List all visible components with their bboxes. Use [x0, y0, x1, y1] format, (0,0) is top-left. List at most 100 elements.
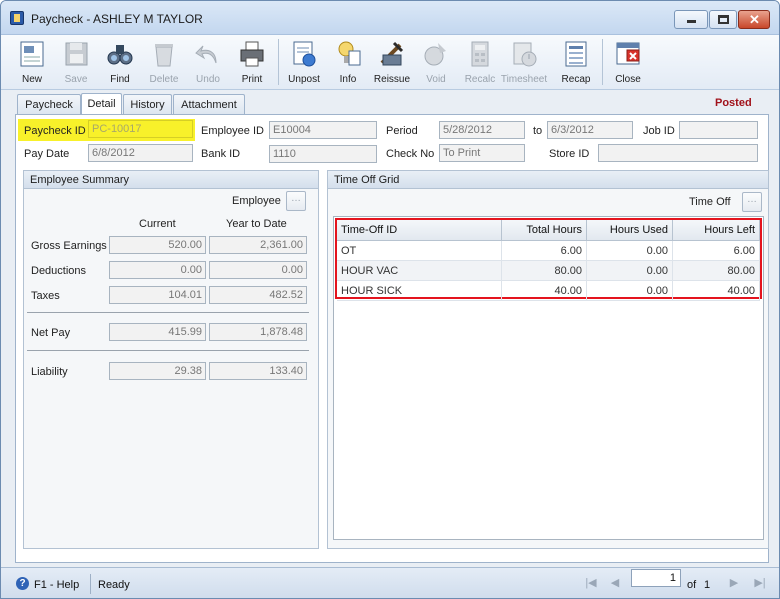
check-no-label: Check No: [386, 148, 435, 160]
table-cell[interactable]: 0.00: [587, 261, 673, 281]
of-label: of: [687, 579, 697, 591]
column-header-total-hours[interactable]: Total Hours: [502, 220, 587, 241]
period-end-field[interactable]: 6/3/2012: [547, 121, 633, 139]
pay-date-label: Pay Date: [24, 148, 70, 160]
table-cell[interactable]: 0.00: [587, 241, 673, 261]
check-no-field[interactable]: To Print: [439, 144, 525, 162]
table-cell[interactable]: 6.00: [673, 241, 760, 261]
first-page-icon[interactable]: |◀: [584, 576, 598, 590]
last-page-icon[interactable]: ▶|: [753, 576, 767, 590]
employee-lookup-button[interactable]: …: [286, 191, 306, 211]
timesheet-label: Timesheet: [500, 74, 548, 85]
total-pages: 1: [704, 579, 711, 591]
paycheck-id-field[interactable]: PC-10017: [88, 120, 193, 138]
store-id-label: Store ID: [549, 148, 590, 160]
table-cell[interactable]: 80.00: [502, 261, 587, 281]
close-window-button[interactable]: ✕: [738, 10, 770, 29]
print-label: Print: [241, 74, 263, 85]
time-off-label: Time Off: [689, 196, 731, 208]
period-label: Period: [386, 125, 418, 137]
pay-date-field[interactable]: 6/8/2012: [88, 144, 193, 162]
recap-label: Recap: [561, 74, 591, 85]
store-id-field[interactable]: [598, 144, 758, 162]
time-off-title: Time Off Grid: [328, 171, 768, 189]
status-badge: Posted: [715, 97, 752, 109]
ready-text: Ready: [98, 579, 130, 591]
print-button[interactable]: Print: [230, 37, 274, 89]
liability-ytd: 133.40: [209, 362, 307, 380]
window-title: Paycheck - ASHLEY M TAYLOR: [31, 12, 203, 26]
bank-id-field[interactable]: 1110: [269, 145, 377, 163]
status-separator: [90, 574, 91, 594]
deductions-label: Deductions: [31, 265, 87, 277]
app-icon: [10, 11, 24, 25]
binoculars-icon: [107, 45, 133, 65]
recap-icon: [565, 41, 587, 67]
tab-history[interactable]: History: [123, 94, 172, 114]
column-header-time-off-id[interactable]: Time-Off ID: [337, 220, 502, 241]
ytd-header: Year to Date: [226, 218, 287, 230]
close-button[interactable]: Close: [606, 37, 650, 89]
table-cell[interactable]: 80.00: [673, 261, 760, 281]
maximize-icon: [718, 15, 729, 24]
gross-earnings-label: Gross Earnings: [31, 240, 107, 252]
taxes-current: 104.01: [109, 286, 206, 304]
table-cell[interactable]: 40.00: [502, 281, 587, 301]
taxes-label: Taxes: [31, 290, 60, 302]
summary-divider: [27, 312, 309, 313]
next-page-icon[interactable]: ▶: [727, 576, 741, 590]
page-number-input[interactable]: 1: [631, 569, 681, 587]
recap-button[interactable]: Recap: [554, 37, 598, 89]
table-cell[interactable]: 40.00: [673, 281, 760, 301]
help-icon[interactable]: ?: [16, 577, 29, 590]
minimize-button[interactable]: [674, 10, 708, 29]
printer-icon: [240, 41, 264, 67]
timesheet-button[interactable]: Timesheet: [501, 37, 547, 89]
minimize-icon: [687, 20, 696, 23]
net-pay-ytd: 1,878.48: [209, 323, 307, 341]
deductions-current: 0.00: [109, 261, 206, 279]
period-start-field[interactable]: 5/28/2012: [439, 121, 525, 139]
time-off-lookup-button[interactable]: …: [742, 192, 762, 212]
tab-paycheck[interactable]: Paycheck: [17, 94, 81, 114]
table-cell[interactable]: 0.00: [587, 281, 673, 301]
unpost-icon: [293, 41, 316, 67]
title-bar: Paycheck - ASHLEY M TAYLOR ✕: [1, 1, 779, 35]
close-form-icon: [616, 42, 640, 65]
job-id-label: Job ID: [643, 125, 675, 137]
liability-current: 29.38: [109, 362, 206, 380]
table-row[interactable]: HOUR VAC: [337, 261, 502, 281]
help-text[interactable]: F1 - Help: [34, 579, 79, 591]
timesheet-icon: [513, 42, 537, 67]
gross-earnings-ytd: 2,361.00: [209, 236, 307, 254]
close-icon: ✕: [749, 12, 760, 27]
employee-id-field[interactable]: E10004: [269, 121, 377, 139]
net-pay-current: 415.99: [109, 323, 206, 341]
employee-summary-title: Employee Summary: [24, 171, 318, 189]
save-icon: [65, 42, 88, 66]
job-id-field[interactable]: [679, 121, 758, 139]
employee-id-label: Employee ID: [201, 125, 264, 137]
tab-attachment[interactable]: Attachment: [173, 94, 245, 114]
toolbar: New Save Find Delete Undo Print Unpost I…: [1, 35, 779, 90]
new-icon: [20, 41, 44, 67]
summary-divider: [27, 350, 309, 351]
table-row[interactable]: HOUR SICK: [337, 281, 502, 301]
column-header-hours-used[interactable]: Hours Used: [587, 220, 673, 241]
taxes-ytd: 482.52: [209, 286, 307, 304]
maximize-button[interactable]: [709, 10, 737, 29]
liability-label: Liability: [31, 366, 68, 378]
bank-id-label: Bank ID: [201, 148, 241, 160]
time-off-grid: Time-Off ID Total Hours Hours Used Hours…: [335, 218, 762, 301]
table-cell[interactable]: 6.00: [502, 241, 587, 261]
column-header-hours-left[interactable]: Hours Left: [673, 220, 760, 241]
tab-detail[interactable]: Detail: [81, 93, 122, 115]
close-label: Close: [615, 74, 641, 85]
table-row[interactable]: OT: [337, 241, 502, 261]
current-header: Current: [139, 218, 176, 230]
info-icon: [338, 41, 361, 66]
void-icon: [424, 43, 446, 66]
calculator-icon: [471, 41, 489, 67]
gross-earnings-current: 520.00: [109, 236, 206, 254]
previous-page-icon[interactable]: ◀: [608, 576, 622, 590]
